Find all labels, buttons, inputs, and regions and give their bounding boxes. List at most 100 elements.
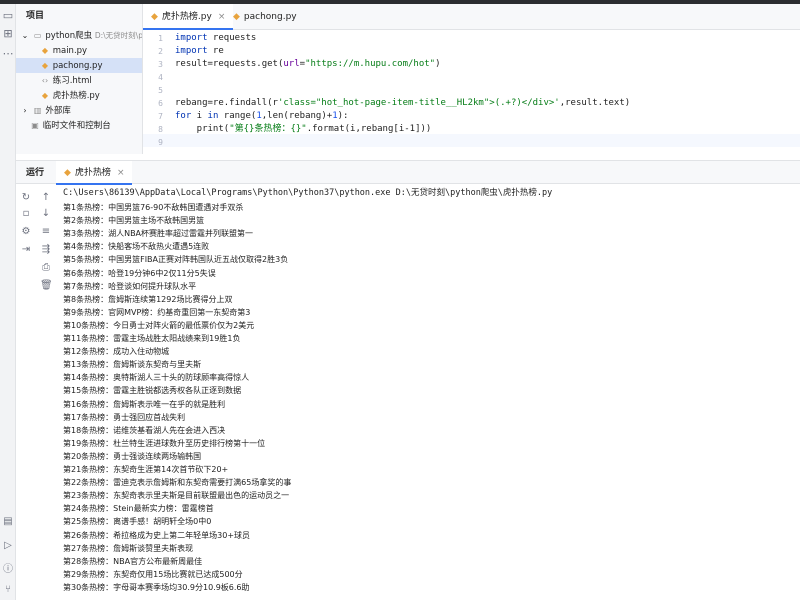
code-line: result=requests.get(url="https://m.hupu.… — [175, 58, 441, 71]
file-item[interactable]: ◆ 虎扑热榜.py — [16, 88, 142, 103]
trash-icon[interactable]: 🗑 — [40, 280, 53, 292]
rerun-icon[interactable]: ↻ — [20, 192, 32, 204]
code-token: ,len(rebang)+ — [261, 111, 333, 121]
code-token: .format(i,rebang[i-1])) — [306, 124, 432, 134]
output-line: 第8条热榜：詹姆斯连续第1292场比赛得分上双 — [63, 294, 233, 304]
code-editor[interactable]: 123456789 import requests import re result… — [143, 30, 800, 154]
wrap-icon[interactable]: ≡ — [40, 226, 52, 238]
project-root-path: D:\无贷时刻\py — [94, 31, 142, 40]
code-token: result=requests.get( — [175, 59, 284, 69]
output-line: 第28条热榜：NBA官方公布最新周最佳 — [63, 556, 203, 566]
project-panel: 项目 ⌄ ▭ python爬虫 D:\无贷时刻\py ◆ main.py ◆ p… — [16, 4, 143, 154]
line-number: 2 — [158, 47, 163, 56]
file-name: main.py — [52, 46, 88, 56]
scratches-label: 临时文件和控制台 — [42, 121, 111, 131]
external-libraries[interactable]: › ▥ 外部库 — [16, 103, 142, 118]
scratches[interactable]: ▣ 临时文件和控制台 — [16, 118, 142, 133]
output-line: 第25条热榜：离谱手感！胡明轩全场0中0 — [63, 517, 212, 527]
code-line: import requests — [175, 32, 256, 45]
code-line: rebang=re.findall(r'class="hot_hot-page-… — [175, 97, 630, 110]
file-item[interactable]: ◆ main.py — [16, 43, 142, 58]
output-line: 第17条热榜：勇士强回应首战失利 — [63, 412, 186, 422]
run-icon[interactable]: ▷ — [2, 540, 14, 552]
python-file-icon: ◆ — [41, 46, 49, 55]
scroll-up-icon[interactable]: ↑ — [40, 192, 52, 204]
code-token: 'class="hot_hot-page-item-title__HL2km">… — [277, 98, 560, 108]
folder-icon: ▭ — [33, 31, 42, 40]
terminal-icon[interactable]: ▤ — [2, 516, 14, 528]
tab-pachong[interactable]: ◆ pachong.py — [225, 4, 305, 30]
output-line: 第4条热榜：快船客场不敌热火遭遇5连败 — [63, 242, 210, 252]
run-tab-label: 虎扑热榜 — [74, 168, 111, 178]
output-line: 第11条热榜：雷霆主场战胜太阳战绩来到19胜1负 — [63, 334, 241, 343]
stop-icon[interactable]: ▫ — [20, 208, 32, 220]
project-root[interactable]: ⌄ ▭ python爬虫 D:\无贷时刻\py — [16, 28, 142, 43]
line-number: 3 — [158, 60, 163, 69]
output-line: 第14条热榜：奥特斯湖人三十头的防球顾率高得惊人 — [63, 373, 250, 383]
output-line: 第19条热榜：杜兰特生涯进球数升至历史排行榜第十一位 — [63, 438, 266, 448]
tab-label: pachong.py — [243, 12, 297, 22]
output-line: 第22条热榜：雷迪克表示詹姆斯和东契奇需要打满65场拿奖的事 — [63, 478, 292, 488]
project-title: 项目 — [26, 11, 45, 21]
tab-label: 虎扑热榜.py — [161, 12, 212, 22]
code-line: import re — [175, 45, 224, 58]
code-area[interactable]: import requests import re result=requests.… — [175, 30, 795, 154]
run-tab[interactable]: ◆ 虎扑热榜 × — [56, 161, 133, 185]
scroll-down-icon[interactable]: ↓ — [40, 208, 52, 220]
python-file-icon: ◆ — [233, 12, 240, 22]
chevron-right-icon: › — [23, 106, 27, 115]
print-icon[interactable]: ⎙ — [40, 262, 52, 274]
code-token: rebang=re.findall(r — [175, 98, 278, 108]
code-token: import — [175, 33, 208, 43]
line-number: 9 — [158, 138, 163, 147]
file-item[interactable]: ◆ pachong.py — [16, 58, 142, 73]
settings-icon[interactable]: ⚙ — [20, 226, 32, 238]
code-token: i — [191, 111, 208, 121]
soft-wrap-icon[interactable]: ⇶ — [40, 244, 52, 256]
python-file-icon: ◆ — [41, 91, 49, 100]
scratch-icon: ▣ — [31, 121, 39, 130]
output-line: 第29条热榜：东契奇仅用15场比赛就已达成500分 — [63, 569, 243, 579]
output-line: 第18条热榜：诺维茨基看湖人先在会进入西决 — [63, 425, 226, 435]
code-token: in — [207, 111, 219, 121]
close-icon[interactable]: × — [117, 168, 125, 178]
output-line: 第16条热榜：詹姆斯表示唯一在乎的就是胜利 — [63, 399, 226, 409]
more-icon[interactable]: ⋯ — [2, 48, 14, 60]
code-token: import — [175, 46, 208, 56]
line-number: 7 — [158, 112, 163, 121]
output-line: 第7条热榜：哈登谈如何提升球队水平 — [63, 281, 197, 291]
line-number: 8 — [158, 125, 163, 134]
code-token: url — [283, 59, 300, 69]
output-line: 第12条热榜：成功入住动物城 — [63, 347, 170, 357]
code-token: print( — [175, 124, 230, 134]
output-line: 第23条热榜：东契奇表示里夫斯是目前联盟最出色的运动员之一 — [63, 491, 290, 501]
output-line: 第6条热榜：哈登19分钟6中2仅11分5失误 — [63, 268, 216, 278]
code-line: for i in range(1,len(rebang)+1): — [175, 110, 348, 123]
code-token: ,result.text) — [559, 98, 631, 108]
folder-icon[interactable]: ▭ — [2, 10, 14, 22]
output-line: 第30条热榜：字母哥本赛季场均30.9分10.9板6.6助 — [63, 582, 250, 592]
chevron-down-icon: ⌄ — [21, 31, 29, 40]
structure-icon[interactable]: ⊞ — [2, 28, 14, 40]
output-line: 第21条热榜：东契奇生涯第14次首节砍下20+ — [63, 465, 229, 474]
code-token: "https://m.hupu.com/hot" — [305, 59, 436, 69]
output-line: 第27条热榜：詹姆斯谈赞里夫斯表现 — [63, 543, 194, 553]
output-line: 第13条热榜：詹姆斯谈东契奇与里夫斯 — [63, 360, 202, 370]
python-file-icon: ◆ — [64, 168, 71, 178]
git-icon[interactable]: ⑂ — [2, 584, 14, 596]
file-name: 虎扑热榜.py — [52, 91, 100, 101]
problems-icon[interactable]: ⓘ — [2, 564, 14, 576]
code-line: print("第{}条热榜：{}".format(i,rebang[i-1])) — [175, 123, 432, 136]
file-item[interactable]: ‹› 练习.html — [16, 73, 142, 88]
python-file-icon: ◆ — [41, 61, 49, 70]
output-line: 第24条热榜：Stein最新实力榜：雷霆榜首 — [63, 504, 214, 514]
exit-icon[interactable]: ⇥ — [20, 244, 32, 256]
file-name: pachong.py — [52, 61, 103, 71]
run-toolbar: 运行 ◆ 虎扑热榜 × — [16, 160, 800, 185]
console-output[interactable]: C:\Users\86139\AppData\Local\Programs\Py… — [60, 184, 800, 600]
tab-hupu[interactable]: ◆ 虎扑热榜.py × — [143, 4, 234, 30]
line-number: 5 — [158, 86, 163, 95]
code-token: ): — [337, 111, 349, 121]
run-tools: ↻ ↑ ▫ ↓ ⚙ ≡ ⇥ ⇶ ⎙ 🗑 — [16, 184, 56, 600]
editor-tabs: ◆ 虎扑热榜.py × ◆ pachong.py — [143, 4, 800, 30]
